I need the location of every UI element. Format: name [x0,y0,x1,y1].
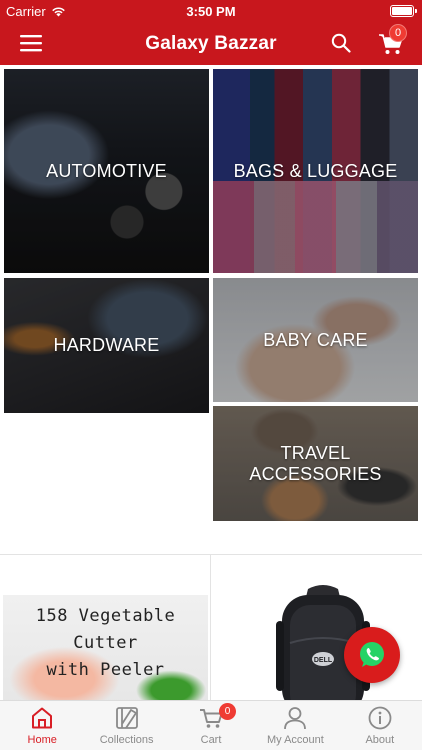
tab-label: Cart [200,734,222,746]
category-label: BABY CARE [263,329,368,350]
category-label: AUTOMOTIVE [46,160,167,181]
product-card[interactable]: DELL [211,555,422,705]
collections-icon [115,707,138,729]
tab-about[interactable]: About [338,701,422,750]
tab-home[interactable]: Home [0,701,84,750]
app-title: Galaxy Bazzar [145,33,277,54]
cart-tab-badge: 0 [219,703,237,720]
product-card[interactable]: 158 Vegetable Cutter with Peeler [0,555,211,705]
status-bar: Carrier 3:50 PM [0,0,422,22]
home-icon [32,707,53,729]
bottom-tab-bar: Home Collections 0 Cart My Account About [0,700,422,750]
search-icon[interactable] [331,33,351,53]
whatsapp-chat-button[interactable] [344,627,400,683]
whatsapp-icon [360,642,384,667]
category-tile-hardware[interactable]: HARDWARE [4,278,209,413]
battery-icon [390,5,417,17]
product-title: 158 Vegetable Cutter with Peeler [3,603,208,684]
app-header: Galaxy Bazzar 0 [0,22,422,65]
category-tile-travel-accessories[interactable]: TRAVEL ACCESSORIES [213,406,418,521]
category-tile-baby-care[interactable]: BABY CARE [213,278,418,402]
category-tile-bags-luggage[interactable]: BAGS & LUGGAGE [213,69,418,273]
tab-my-account[interactable]: My Account [253,701,337,750]
product-title-line: 158 Vegetable Cutter [35,606,176,653]
tab-label: My Account [266,734,324,746]
brand-logo: DELL [314,657,333,664]
account-icon [284,707,307,730]
category-tile-automotive[interactable]: AUTOMOTIVE [4,69,209,273]
tab-label: Home [27,734,57,746]
info-icon [368,706,392,730]
clock: 3:50 PM [186,4,236,19]
tab-label: About [365,734,395,746]
category-label: BAGS & LUGGAGE [233,160,398,181]
tab-collections[interactable]: Collections [84,701,168,750]
cart-count-badge: 0 [389,24,407,42]
tab-cart[interactable]: 0 Cart [169,701,253,750]
tab-label: Collections [99,734,154,746]
category-label: TRAVEL ACCESSORIES [249,442,382,484]
product-title-line: with Peeler [46,660,165,680]
category-label: HARDWARE [53,335,160,355]
